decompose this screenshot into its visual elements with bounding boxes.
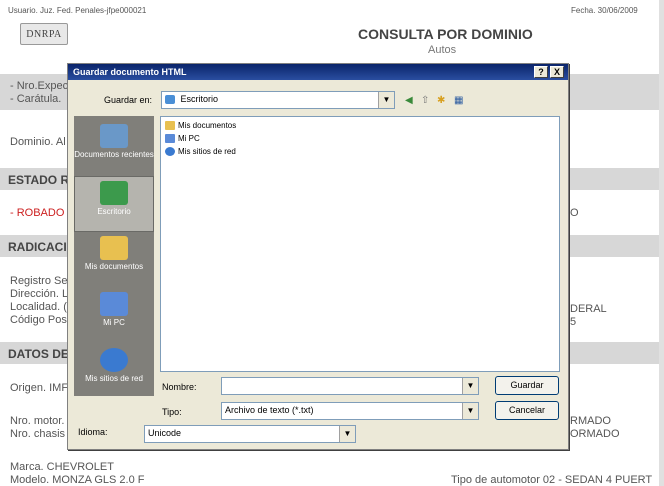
- place-label: Mis documentos: [84, 262, 144, 271]
- cancel-button[interactable]: Cancelar: [495, 401, 559, 420]
- marca: Marca. CHEVROLET: [10, 461, 114, 473]
- save-button[interactable]: Guardar: [495, 376, 559, 395]
- save-in-label: Guardar en:: [104, 95, 153, 105]
- registro: Registro Se: [10, 275, 68, 287]
- file-name: Mi PC: [178, 134, 200, 143]
- file-type-value: Archivo de texto (*.txt): [225, 405, 314, 415]
- folder-icon: [165, 95, 175, 105]
- type-label: Tipo:: [162, 407, 182, 417]
- motor-right: RMADO: [570, 415, 611, 427]
- dominio: Dominio. Al: [10, 136, 66, 148]
- direccion: Dirección. L: [10, 288, 69, 300]
- language-label: Idioma:: [78, 427, 108, 437]
- caratula: - Carátula.: [10, 93, 62, 105]
- save-in-select[interactable]: Escritorio ▼: [161, 91, 395, 109]
- file-list[interactable]: Mis documentos Mi PC Mis sitios de red: [160, 116, 560, 372]
- codigo-postal: Código Pos: [10, 314, 67, 326]
- dialog-titlebar[interactable]: Guardar documento HTML ? X: [68, 64, 568, 80]
- modelo: Modelo. MONZA GLS 2.0 F: [10, 474, 145, 486]
- dnrpa-logo: DNRPA: [20, 23, 68, 45]
- place-network[interactable]: Mis sitios de red: [74, 344, 154, 400]
- computer-icon: [165, 134, 175, 143]
- datos-title: DATOS DE: [8, 347, 69, 361]
- place-label: Mi PC: [103, 318, 125, 327]
- list-item[interactable]: Mis documentos: [165, 121, 236, 130]
- dialog-title: Guardar documento HTML: [73, 67, 187, 77]
- nro-motor: Nro. motor.: [10, 415, 65, 427]
- federal-right: DERAL: [570, 303, 607, 315]
- list-item[interactable]: Mis sitios de red: [165, 147, 236, 156]
- my-documents-icon: [100, 236, 128, 260]
- chasis-right: ORMADO: [570, 428, 620, 440]
- new-folder-icon[interactable]: ✱: [437, 95, 451, 107]
- language-value: Unicode: [148, 428, 182, 438]
- nro-chasis: Nro. chasis: [10, 428, 66, 440]
- chevron-down-icon: ▼: [462, 403, 478, 419]
- page-subtitle: Autos: [428, 44, 457, 56]
- file-type-select[interactable]: Archivo de texto (*.txt) ▼: [221, 402, 479, 420]
- page-scrollbar[interactable]: [659, 0, 664, 486]
- place-my-pc[interactable]: Mi PC: [74, 288, 154, 344]
- help-button[interactable]: ?: [534, 66, 548, 78]
- chevron-down-icon: ▼: [339, 426, 355, 442]
- place-label: Mis sitios de red: [85, 374, 143, 383]
- origen: Origen. IMF: [10, 382, 69, 394]
- place-label: Documentos recientes: [74, 150, 154, 159]
- tipo-automotor: Tipo de automotor 02 - SEDAN 4 PUERT: [451, 474, 653, 486]
- page-title: CONSULTA POR DOMINIO: [358, 26, 533, 42]
- place-recent[interactable]: Documentos recientes: [74, 120, 154, 176]
- network-icon: [165, 147, 175, 156]
- up-folder-icon[interactable]: ⇧: [421, 95, 435, 107]
- file-name-input[interactable]: ▼: [221, 377, 479, 395]
- file-name: Mis documentos: [178, 121, 237, 130]
- place-desktop[interactable]: Escritorio: [74, 176, 154, 232]
- back-icon[interactable]: ◀: [405, 95, 419, 107]
- radicacion-title: RADICACI(: [8, 240, 71, 254]
- estado-title: ESTADO R: [8, 173, 70, 187]
- date-line: Fecha. 30/06/2009: [571, 6, 638, 15]
- robado-status: - ROBADO: [10, 207, 65, 219]
- save-dialog: Guardar documento HTML ? X Guardar en: E…: [67, 63, 569, 450]
- name-label: Nombre:: [162, 382, 197, 392]
- place-label: Escritorio: [97, 207, 131, 216]
- chevron-down-icon: ▼: [462, 378, 478, 394]
- localidad: Localidad. (: [10, 301, 67, 313]
- list-item[interactable]: Mi PC: [165, 134, 200, 143]
- my-computer-icon: [100, 292, 128, 316]
- view-menu-icon[interactable]: ▦: [454, 95, 468, 107]
- place-my-documents[interactable]: Mis documentos: [74, 232, 154, 288]
- chevron-down-icon: ▼: [378, 92, 394, 108]
- user-line: Usuario. Juz. Fed. Penales-jfpe000021: [8, 6, 147, 15]
- save-in-value: Escritorio: [180, 94, 219, 104]
- file-name: Mis sitios de red: [178, 147, 236, 156]
- cp-right: 5: [570, 316, 577, 328]
- robado-right: O: [570, 207, 579, 219]
- nro-expediente: - Nro.Expec: [10, 80, 69, 92]
- folder-icon: [165, 121, 175, 130]
- close-button[interactable]: X: [550, 66, 564, 78]
- recent-documents-icon: [100, 124, 128, 148]
- desktop-icon: [100, 181, 128, 205]
- places-bar: Documentos recientes Escritorio Mis docu…: [74, 116, 154, 396]
- network-globe-icon: [100, 348, 128, 372]
- language-select[interactable]: Unicode ▼: [144, 425, 356, 443]
